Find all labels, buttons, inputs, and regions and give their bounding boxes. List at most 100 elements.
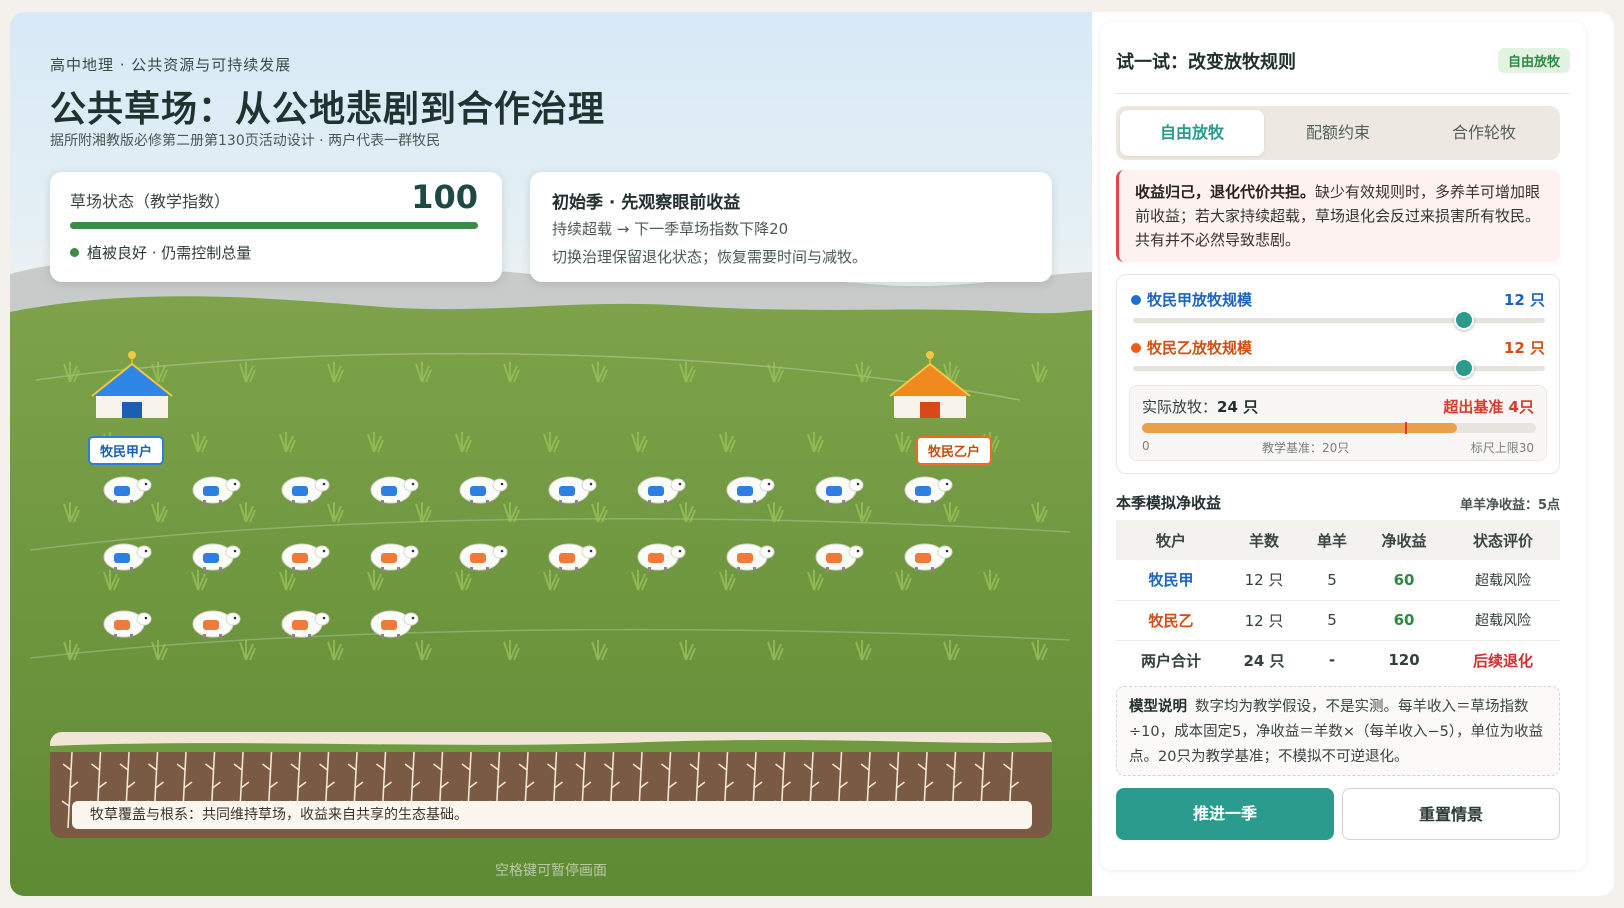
herder-a-dot-icon bbox=[1131, 294, 1141, 305]
row-a-status: 超载风险 bbox=[1446, 560, 1560, 601]
slider-a-label: 牧民甲放牧规模 bbox=[1131, 289, 1252, 310]
mode-badge: 自由放牧 bbox=[1497, 48, 1570, 73]
soil-root-panel: 牧草覆盖与根系：共同维持草场，收益来自共享的生态基础。 bbox=[50, 732, 1052, 838]
source-note: 据所附湘教版必修第二册第130页活动设计 · 两户代表一群牧民 bbox=[50, 133, 441, 149]
sheep-icon bbox=[367, 470, 419, 506]
slider-row-b: 牧民乙放牧规模 12 只 bbox=[1131, 337, 1545, 378]
sheep-icon bbox=[723, 537, 775, 573]
soil-caption: 牧草覆盖与根系：共同维持草场，收益来自共享的生态基础。 bbox=[72, 801, 1032, 829]
sheep-icon bbox=[100, 604, 152, 640]
alert-lead: 收益归己，退化代价共担。 bbox=[1135, 183, 1316, 201]
sheep-icon bbox=[456, 470, 508, 506]
over-baseline-text: 超出基准 4只 bbox=[1443, 398, 1534, 416]
col-header-unit: 单羊 bbox=[1302, 520, 1362, 560]
pause-hint: 空格键可暂停画面 bbox=[495, 863, 607, 879]
panel-header: 试一试：改变放牧规则 自由放牧 bbox=[1116, 48, 1570, 94]
status-dot-icon bbox=[70, 248, 79, 257]
slider-b-value: 12 只 bbox=[1503, 339, 1545, 357]
row-b-count: 12 只 bbox=[1226, 600, 1302, 641]
sheep-icon bbox=[367, 537, 419, 573]
slider-b-label: 牧民乙放牧规模 bbox=[1131, 337, 1252, 358]
actual-grazing-bar bbox=[1142, 422, 1536, 434]
rule-explanation-alert: 收益归己，退化代价共担。缺少有效规则时，多养羊可增加眼前收益；若大家持续超载，草… bbox=[1116, 170, 1560, 262]
sheep-icon bbox=[456, 537, 508, 573]
model-note: 模型说明 数字均为教学假设，不是实测。每羊收入＝草场指数÷10，成本固定5，净收益… bbox=[1116, 686, 1560, 776]
total-status: 后续退化 bbox=[1472, 651, 1533, 670]
season-card: 初始季 · 先观察眼前收益 持续超载 → 下一季草场指数下降20 切换治理保留退… bbox=[530, 172, 1052, 282]
yurt-b-label: 牧民乙户 bbox=[916, 436, 993, 465]
row-b-name: 牧民乙 bbox=[1116, 600, 1226, 641]
herder-b-dot-icon bbox=[1131, 342, 1141, 353]
sheep-icon bbox=[545, 537, 597, 573]
yurt-a-label: 牧民甲户 bbox=[88, 436, 165, 465]
slider-a-track[interactable] bbox=[1133, 318, 1545, 323]
sheep-icon bbox=[189, 470, 241, 506]
actual-label-text: 实际放牧： bbox=[1142, 398, 1218, 416]
total-unit: - bbox=[1328, 651, 1336, 670]
actual-grazing-fill bbox=[1142, 423, 1458, 433]
row-b-unit: 5 bbox=[1302, 600, 1362, 641]
col-header-status: 状态评价 bbox=[1446, 520, 1560, 560]
tab-free-grazing[interactable]: 自由放牧 bbox=[1120, 110, 1264, 156]
model-note-text: 数字均为教学假设，不是实测。每羊收入＝草场指数÷10，成本固定5，净收益＝羊数×… bbox=[1129, 699, 1544, 765]
sheep-icon bbox=[901, 537, 953, 573]
slider-b-track[interactable] bbox=[1133, 366, 1545, 371]
row-b-net: 60 bbox=[1362, 600, 1446, 641]
col-header-herder: 牧户 bbox=[1116, 520, 1226, 560]
slider-row-a: 牧民甲放牧规模 12 只 bbox=[1131, 289, 1545, 330]
reset-scenario-button[interactable]: 重置情景 bbox=[1342, 788, 1560, 840]
slider-a-thumb[interactable] bbox=[1454, 310, 1475, 330]
total-count: 24 只 bbox=[1243, 651, 1285, 670]
sheep-icon bbox=[100, 537, 152, 573]
tab-quota[interactable]: 配额约束 bbox=[1266, 110, 1410, 156]
sheep-icon bbox=[634, 470, 686, 506]
table-row: 牧民甲 12 只 5 60 超载风险 bbox=[1116, 560, 1560, 601]
model-note-label: 模型说明 bbox=[1129, 699, 1187, 715]
status-label: 草场状态（教学指数） bbox=[70, 192, 231, 211]
profit-table-title: 本季模拟净收益 bbox=[1116, 494, 1222, 512]
sheep-icon bbox=[723, 470, 775, 506]
status-note: 植被良好 · 仍需控制总量 bbox=[70, 242, 251, 263]
table-row: 牧民乙 12 只 5 60 超载风险 bbox=[1116, 600, 1560, 641]
rule-tabs: 自由放牧 配额约束 合作轮牧 bbox=[1116, 106, 1560, 160]
table-total-row: 两户合计 24 只 - 120 后续退化 bbox=[1116, 640, 1560, 680]
control-panel: 试一试：改变放牧规则 自由放牧 自由放牧 配额约束 合作轮牧 收益归己，退化代价… bbox=[1100, 22, 1586, 870]
sheep-icon bbox=[545, 470, 597, 506]
season-title: 初始季 · 先观察眼前收益 bbox=[552, 193, 741, 213]
row-a-count: 12 只 bbox=[1226, 560, 1302, 601]
tick-max: 标尺上限30 bbox=[1470, 441, 1534, 455]
status-index-value: 100 bbox=[411, 178, 478, 216]
col-header-net: 净收益 bbox=[1362, 520, 1446, 560]
sheep-icon bbox=[367, 604, 419, 640]
sheep-icon bbox=[634, 537, 686, 573]
yurt-a-icon bbox=[91, 351, 173, 418]
row-a-unit: 5 bbox=[1302, 560, 1362, 601]
tick-baseline: 教学基准：20只 bbox=[1262, 441, 1350, 455]
row-a-net: 60 bbox=[1362, 560, 1446, 601]
grazing-sliders: 牧民甲放牧规模 12 只 牧民乙放牧规模 12 只 实际放牧：24 只 超出基准… bbox=[1116, 274, 1560, 474]
sheep-icon bbox=[278, 537, 330, 573]
baseline-marker bbox=[1404, 422, 1407, 434]
slider-a-label-text: 牧民甲放牧规模 bbox=[1147, 291, 1253, 309]
sheep-icon bbox=[189, 604, 241, 640]
sheep-icon bbox=[901, 470, 953, 506]
slider-a-value: 12 只 bbox=[1503, 291, 1545, 309]
advance-season-button[interactable]: 推进一季 bbox=[1116, 788, 1334, 840]
pasture-scene: 高中地理 · 公共资源与可持续发展 公共草场：从公地悲剧到合作治理 据所附湘教版… bbox=[10, 12, 1092, 896]
table-header-row: 牧户 羊数 单羊 净收益 状态评价 bbox=[1116, 520, 1560, 560]
tab-rotation[interactable]: 合作轮牧 bbox=[1412, 110, 1556, 156]
tick-min: 0 bbox=[1142, 439, 1150, 453]
status-index-bar bbox=[70, 222, 478, 229]
pasture-status-card: 草场状态（教学指数） 100 植被良好 · 仍需控制总量 bbox=[50, 172, 502, 282]
total-name: 两户合计 bbox=[1140, 651, 1201, 670]
status-note-text: 植被良好 · 仍需控制总量 bbox=[87, 244, 252, 262]
slider-b-thumb[interactable] bbox=[1454, 358, 1475, 378]
panel-title: 试一试：改变放牧规则 bbox=[1116, 52, 1296, 73]
course-kicker: 高中地理 · 公共资源与可持续发展 bbox=[50, 56, 292, 74]
actual-grazing-label: 实际放牧：24 只 bbox=[1142, 396, 1258, 417]
slider-b-label-text: 牧民乙放牧规模 bbox=[1147, 339, 1253, 357]
actual-grazing-value: 24 只 bbox=[1217, 398, 1259, 416]
sheep-icon bbox=[812, 537, 864, 573]
page-title: 公共草场：从公地悲剧到合作治理 bbox=[50, 89, 606, 130]
total-net: 120 bbox=[1388, 651, 1420, 670]
